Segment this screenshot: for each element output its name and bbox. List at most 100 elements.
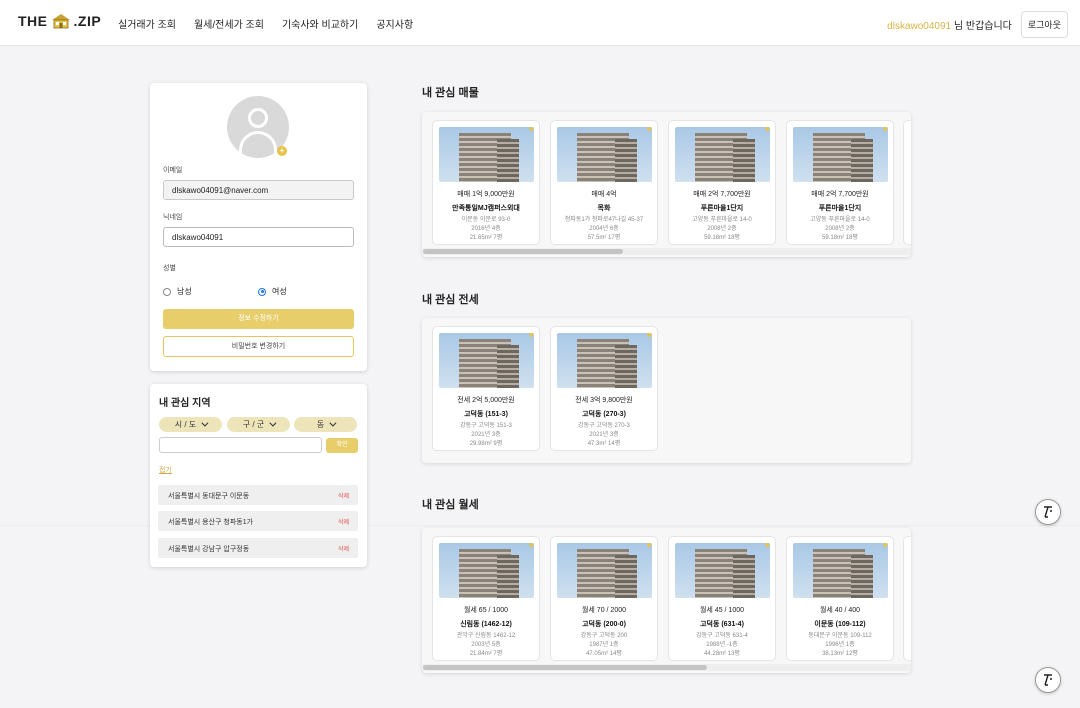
listing-address: 관악구 신림동 1462-12 (456, 633, 516, 639)
region-name: 서울특별시 강남구 압구정동 (168, 546, 250, 553)
heart-icon[interactable]: ♥ (647, 125, 652, 134)
listing-card[interactable]: ♥ 매매 4억 목화 청파동1가 청파로47나길 45-37 2004년 6층 … (550, 120, 658, 245)
listing-card-partial[interactable] (903, 536, 911, 661)
listing-card[interactable]: ♥ 매매 1억 9,000만원 만족통일MJ캠퍼스외대 이문동 이문로 93-0… (432, 120, 540, 245)
building-photo (439, 127, 534, 182)
logout-button[interactable]: 로그아웃 (1020, 11, 1068, 38)
site-logo[interactable]: THE .ZIP (18, 13, 101, 29)
listing-card[interactable]: ♥ 매매 2억 7,700만원 푸른마을1단지 고양동 푸른마을로 14-0 2… (786, 120, 894, 245)
region-item: 서울특별시 용산구 청파동1가 삭제 (158, 511, 358, 531)
listing-card[interactable]: ♥ 매매 2억 7,700만원 푸른마을1단지 고양동 푸른마을로 14-0 2… (668, 120, 776, 245)
heart-icon[interactable]: ♥ (765, 541, 770, 550)
listing-price: 매매 1억 9,000만원 (457, 191, 515, 198)
change-password-button[interactable]: 비밀번호 변경하기 (163, 336, 354, 357)
listing-address: 강동구 고덕동 270-3 (578, 423, 630, 429)
logo-text-left: THE (18, 13, 48, 29)
listing-card[interactable]: ♥ 월세 40 / 400 이문동 (109-112) 동대문구 이문동 109… (786, 536, 894, 661)
heart-icon[interactable]: ♥ (529, 331, 534, 340)
dong-select[interactable]: 동 (294, 417, 357, 432)
chevron-down-icon (329, 419, 337, 427)
confirm-region-button[interactable]: 확인 (326, 438, 358, 453)
nav-item-dorm-compare[interactable]: 기숙사와 비교하기 (282, 16, 358, 31)
listing-year-floor: 2021년 3층 (471, 432, 501, 438)
listing-name: 이문동 (109-112) (814, 621, 866, 628)
listing-card[interactable]: ♥ 전세 3억 9,800만원 고덕동 (270-3) 강동구 고덕동 270-… (550, 326, 658, 451)
plus-icon[interactable]: + (277, 146, 287, 156)
listing-year-floor: 2008년 2층 (825, 226, 855, 232)
wand-icon[interactable] (1035, 667, 1061, 693)
listing-card[interactable]: ♥ 전세 2억 5,000만원 고덕동 (151-3) 강동구 고덕동 151-… (432, 326, 540, 451)
favorite-regions-card: 내 관심 지역 시 / 도 구 / 군 동 확인 접기 서울특별시 동대문구 이… (150, 384, 367, 567)
listing-year-floor: 2008년 2층 (707, 226, 737, 232)
email-label: 이메일 (163, 167, 183, 174)
profile-card: + 이메일 dlskawo04091@naver.com 닉네임 dlskawo… (150, 83, 367, 371)
listing-address: 동대문구 이문동 109-112 (808, 633, 872, 639)
wand-icon[interactable] (1035, 499, 1061, 525)
building-photo (557, 333, 652, 388)
gugun-select[interactable]: 구 / 군 (227, 417, 290, 432)
heart-icon[interactable]: ♥ (529, 541, 534, 550)
nickname-label: 닉네임 (163, 214, 183, 221)
building-photo (557, 543, 652, 598)
delete-region-button[interactable]: 삭제 (338, 517, 349, 526)
dong-label: 동 (316, 420, 325, 429)
listing-name: 고덕동 (631-4) (700, 621, 744, 628)
listing-name: 고덕동 (270-3) (582, 411, 626, 418)
nav-item-rent[interactable]: 월세/전세가 조회 (194, 16, 264, 31)
listing-area: 47.05m² 14평 (586, 651, 622, 657)
heart-icon[interactable]: ♥ (529, 125, 534, 134)
heart-icon[interactable]: ♥ (883, 541, 888, 550)
scrollbar-thumb[interactable] (423, 249, 624, 254)
heart-icon[interactable]: ♥ (647, 541, 652, 550)
listing-year-floor: 2016년 4층 (471, 226, 501, 232)
horizontal-scrollbar[interactable] (422, 664, 911, 671)
collapse-link[interactable]: 접기 (159, 465, 172, 475)
listing-price: 매매 2억 7,700만원 (693, 191, 751, 198)
radio-dot-selected (258, 287, 266, 296)
email-field[interactable]: dlskawo04091@naver.com (163, 180, 354, 200)
listing-year-floor: 2003년 5층 (471, 642, 501, 648)
listing-name: 만족통일MJ캠퍼스외대 (452, 205, 520, 212)
delete-region-button[interactable]: 삭제 (338, 544, 349, 553)
listing-card-partial[interactable] (903, 120, 911, 245)
chevron-down-icon (269, 419, 277, 427)
listing-price: 전세 2억 5,000만원 (457, 397, 515, 404)
nav-item-notice[interactable]: 공지사항 (376, 16, 413, 31)
listing-price: 월세 45 / 1000 (699, 607, 745, 614)
monthly-section-title: 내 관심 월세 (422, 499, 479, 511)
sido-select[interactable]: 시 / 도 (159, 417, 222, 432)
gender-male-radio[interactable]: 남성 (163, 286, 192, 297)
listing-card[interactable]: ♥ 월세 45 / 1000 고덕동 (631-4) 강동구 고덕동 631-4… (668, 536, 776, 661)
listing-address: 강동구 고덕동 631-4 (696, 633, 748, 639)
region-input[interactable] (159, 437, 322, 453)
delete-region-button[interactable]: 삭제 (338, 491, 349, 500)
listing-address: 청파동1가 청파로47나길 45-37 (564, 217, 644, 223)
horizontal-scrollbar[interactable] (422, 248, 911, 255)
avatar-body-icon (239, 131, 277, 158)
nickname-field[interactable]: dlskawo04091 (163, 227, 354, 247)
nav-item-sale[interactable]: 실거래가 조회 (118, 16, 176, 31)
heart-icon[interactable]: ♥ (883, 125, 888, 134)
logo-text-right: .ZIP (73, 13, 102, 29)
listing-area: 21.84m² 7평 (469, 651, 503, 657)
listing-price: 월세 40 / 400 (819, 607, 861, 614)
gender-female-radio[interactable]: 여성 (258, 286, 287, 297)
logo-house-icon (50, 13, 72, 29)
listing-name: 푸른마을1단지 (818, 205, 862, 212)
scrollbar-thumb[interactable] (423, 665, 707, 670)
heart-icon[interactable]: ♥ (765, 125, 770, 134)
update-info-button[interactable]: 정보 수정하기 (163, 309, 354, 329)
region-item: 서울특별시 동대문구 이문동 삭제 (158, 485, 358, 505)
monthly-listing-panel: ♥ 월세 65 / 1000 신림동 (1462-12) 관악구 신림동 146… (422, 528, 911, 673)
listing-price: 매매 4억 (591, 191, 617, 198)
sido-label: 시 / 도 (174, 420, 197, 429)
listing-price: 전세 3억 9,800만원 (575, 397, 633, 404)
jeonse-section-title: 내 관심 전세 (422, 294, 479, 306)
heart-icon[interactable]: ♥ (647, 331, 652, 340)
greeting-text: dlskawo04091 님 반갑습니다 (887, 17, 1012, 32)
listing-card[interactable]: ♥ 월세 70 / 2000 고덕동 (200-0) 강동구 고덕동 200 1… (550, 536, 658, 661)
listing-card[interactable]: ♥ 월세 65 / 1000 신림동 (1462-12) 관악구 신림동 146… (432, 536, 540, 661)
gugun-label: 구 / 군 (242, 420, 265, 429)
building-photo (439, 543, 534, 598)
gender-male-label: 남성 (177, 287, 192, 296)
